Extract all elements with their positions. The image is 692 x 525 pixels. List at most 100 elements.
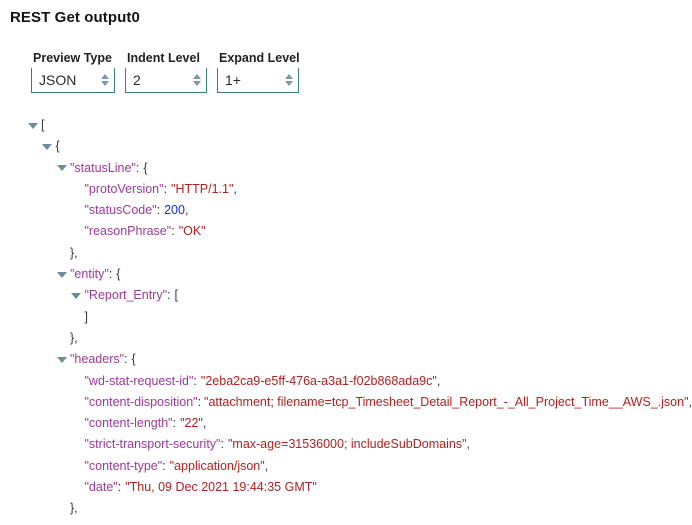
json-colon: : — [172, 416, 177, 431]
json-row: "statusCode":200, — [26, 200, 692, 221]
collapse-triangle-icon[interactable] — [55, 356, 68, 363]
json-row: }, — [26, 498, 692, 519]
json-colon: : — [167, 288, 171, 303]
json-key: "statusLine" — [70, 160, 136, 175]
json-comma: , — [688, 394, 692, 409]
collapse-triangle-icon[interactable] — [26, 122, 39, 129]
json-colon: : — [220, 437, 224, 452]
triangle-up-icon[interactable] — [101, 74, 109, 79]
json-punctuation: }, — [70, 245, 78, 260]
json-colon: : — [117, 480, 122, 495]
json-comma: , — [436, 373, 441, 388]
json-key: "Report_Entry" — [84, 288, 168, 303]
json-punctuation: { — [55, 139, 60, 154]
json-comma: , — [264, 458, 269, 473]
triangle-down-icon — [27, 122, 38, 129]
collapse-triangle-icon[interactable] — [55, 165, 68, 172]
json-value: "Thu, 09 Dec 2021 19:44:35 GMT" — [125, 480, 317, 495]
json-colon: : — [197, 394, 202, 409]
json-row: "wd-stat-request-id": "2eba2ca9-e5ff-476a… — [26, 371, 692, 392]
json-comma: , — [466, 437, 470, 452]
indent-level-label: Indent Level — [127, 51, 200, 65]
expand-level-spinner[interactable]: 1+ — [217, 68, 299, 93]
json-punctuation: { — [116, 267, 121, 282]
json-row: { — [26, 136, 692, 157]
json-row: "content-type": "application/json", — [26, 456, 692, 477]
page-title: REST Get output0 — [10, 9, 140, 26]
json-key: "headers" — [70, 352, 125, 367]
json-colon: : — [162, 458, 166, 473]
triangle-down-icon[interactable] — [101, 81, 109, 86]
json-colon: : — [156, 203, 161, 218]
json-key: "entity" — [70, 267, 109, 282]
triangle-down-icon — [56, 271, 67, 278]
json-comma: , — [202, 416, 207, 431]
json-row: "Report_Entry":[ — [26, 285, 692, 306]
triangle-down-icon[interactable] — [285, 81, 293, 86]
json-key: "content-type" — [84, 458, 163, 473]
indent-level-stepper[interactable] — [193, 74, 201, 86]
json-row: "protoVersion": "HTTP/1.1", — [26, 179, 692, 200]
indent-level-group: Indent Level 2 — [125, 51, 207, 93]
json-row: "strict-transport-security": "max-age=315… — [26, 434, 692, 455]
json-colon: : — [193, 373, 197, 388]
json-punctuation: { — [143, 160, 148, 175]
json-punctuation: [ — [174, 288, 178, 303]
json-comma: , — [233, 181, 237, 196]
json-value: "HTTP/1.1" — [171, 181, 234, 196]
triangle-up-icon[interactable] — [193, 74, 201, 79]
json-row: }, — [26, 328, 692, 349]
preview-type-stepper[interactable] — [101, 74, 109, 86]
collapse-triangle-icon[interactable] — [70, 293, 83, 300]
json-punctuation: [ — [41, 118, 45, 132]
json-key: "content-disposition" — [84, 394, 198, 409]
json-value: 200 — [164, 203, 185, 218]
expand-level-value: 1+ — [225, 72, 241, 88]
indent-level-value: 2 — [133, 72, 141, 88]
preview-type-group: Preview Type JSON — [31, 51, 115, 93]
collapse-triangle-icon[interactable] — [41, 143, 54, 150]
json-key: "content-length" — [84, 416, 173, 431]
json-punctuation: ] — [84, 309, 88, 324]
json-value: "attachment; filename=tcp_Timesheet_Deta… — [204, 394, 689, 409]
json-row: "reasonPhrase": "OK" — [26, 221, 692, 242]
json-value: "max-age=31536000; includeSubDomains" — [227, 437, 467, 452]
json-row: "headers":{ — [26, 349, 692, 370]
json-tree: [{"statusLine":{"protoVersion": "HTTP/1.1… — [0, 93, 692, 520]
json-key: "strict-transport-security" — [84, 437, 221, 452]
json-row: "statusLine":{ — [26, 158, 692, 179]
preview-type-spinner[interactable]: JSON — [31, 68, 115, 93]
triangle-down-icon — [42, 143, 52, 150]
json-value: "OK" — [178, 224, 206, 239]
json-row: "date": "Thu, 09 Dec 2021 19:44:35 GMT" — [26, 477, 692, 498]
json-colon: : — [171, 224, 175, 239]
triangle-down-icon — [71, 293, 81, 300]
json-row: }, — [26, 243, 692, 264]
json-key: "wd-stat-request-id" — [84, 373, 194, 388]
json-comma: , — [184, 203, 189, 218]
expand-level-label: Expand Level — [219, 51, 300, 65]
json-row: "entity":{ — [26, 264, 692, 285]
json-key: "date" — [84, 480, 118, 495]
json-key: "protoVersion" — [84, 181, 164, 196]
json-punctuation: }, — [70, 501, 78, 516]
json-key: "reasonPhrase" — [84, 224, 172, 239]
expand-level-group: Expand Level 1+ — [217, 51, 300, 93]
json-value: "application/json" — [169, 458, 265, 473]
preview-type-label: Preview Type — [33, 51, 112, 65]
preview-controls: Preview Type JSON Indent Level 2 Expand Leve… — [0, 26, 692, 93]
json-colon: : — [108, 267, 113, 282]
indent-level-spinner[interactable]: 2 — [125, 68, 207, 93]
triangle-down-icon[interactable] — [193, 81, 201, 86]
preview-type-value: JSON — [39, 72, 77, 88]
json-colon: : — [163, 181, 168, 196]
json-punctuation: }, — [70, 330, 78, 345]
collapse-triangle-icon[interactable] — [55, 271, 68, 278]
json-value: "2eba2ca9-e5ff-476a-a3a1-f02b868ada9c" — [200, 373, 437, 388]
json-colon: : — [135, 160, 140, 175]
expand-level-stepper[interactable] — [285, 74, 293, 86]
triangle-down-icon — [56, 165, 67, 172]
json-row: "content-length": "22", — [26, 413, 692, 434]
triangle-up-icon[interactable] — [285, 74, 293, 79]
triangle-down-icon — [56, 356, 67, 363]
